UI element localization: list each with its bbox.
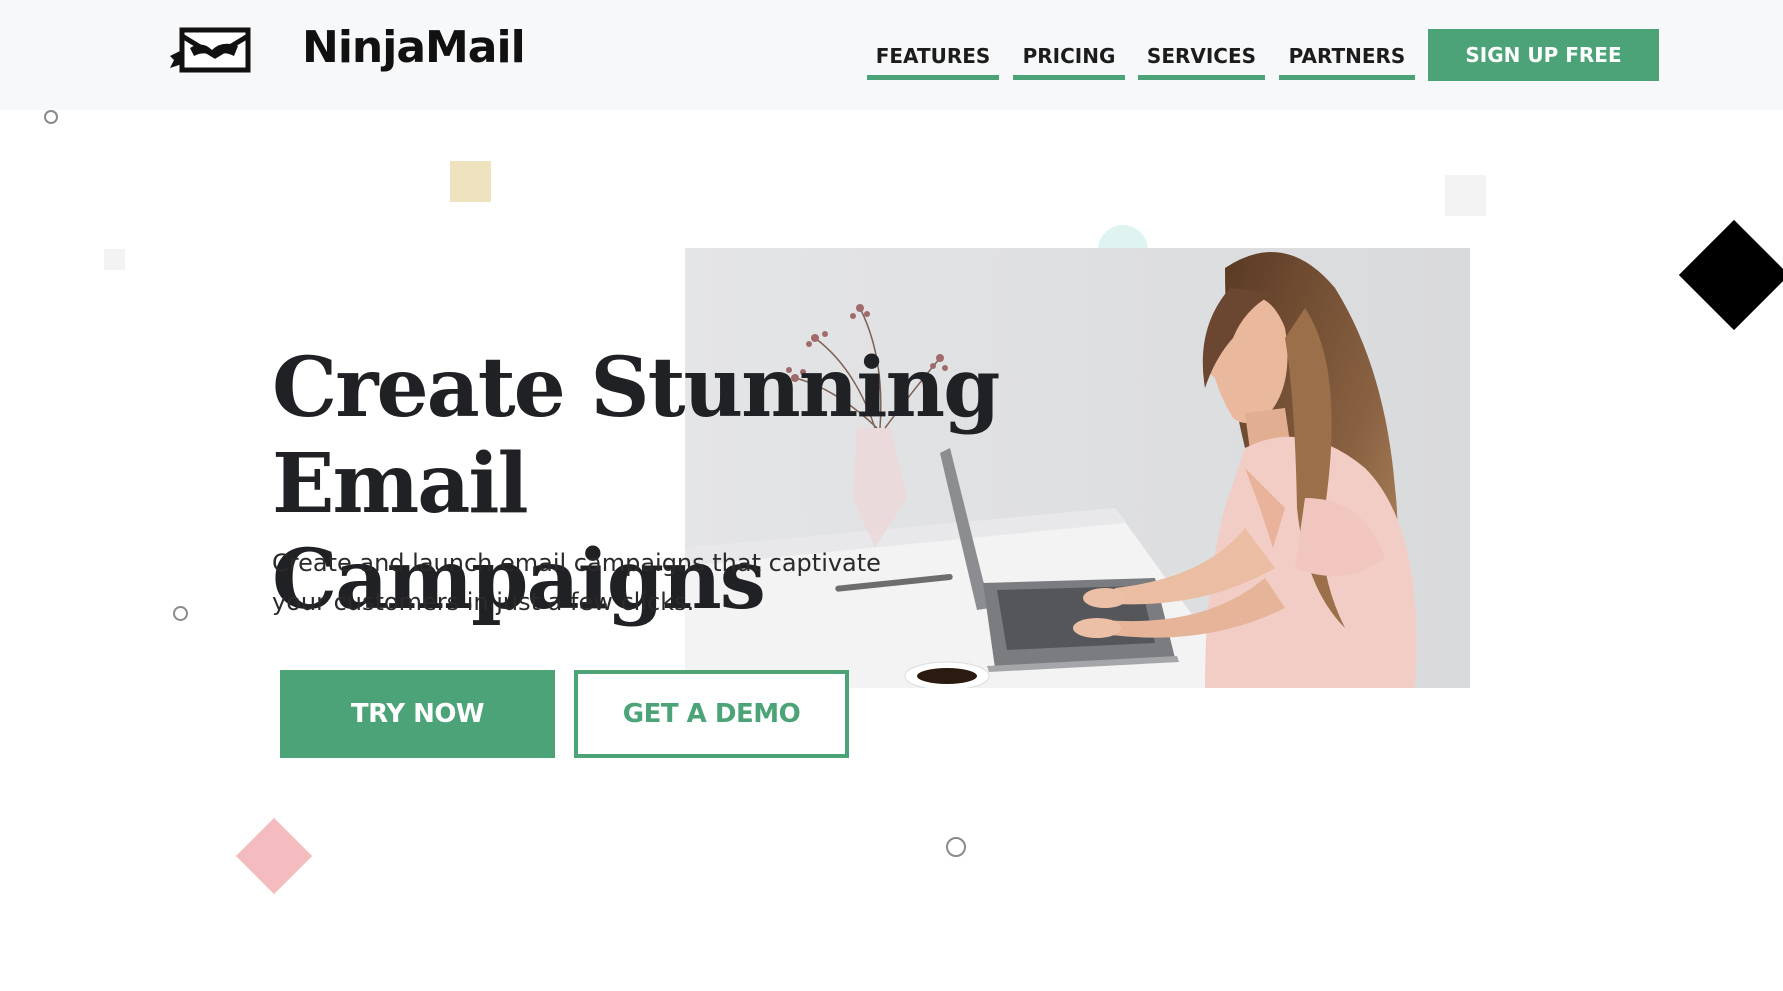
decorative-square-tan xyxy=(450,161,491,202)
hero-subtitle: Create and launch email campaigns that c… xyxy=(272,544,912,622)
hero-title-line-1: Create Stunning xyxy=(272,340,1000,436)
decorative-diamond-black xyxy=(1678,219,1783,331)
brand-name[interactable]: NinjaMail xyxy=(302,22,526,73)
hero-subtitle-line-1: Create and launch email campaigns that c… xyxy=(272,549,881,577)
sign-up-free-button[interactable]: SIGN UP FREE xyxy=(1428,29,1659,81)
nav-services[interactable]: SERVICES xyxy=(1138,42,1265,80)
decorative-square-grey xyxy=(104,249,125,270)
hero-subtitle-line-2: your customers in just a few clicks. xyxy=(272,588,695,616)
decorative-ring xyxy=(173,606,188,621)
nav-partners[interactable]: PARTNERS xyxy=(1279,42,1415,80)
site-header: NinjaMail FEATURES PRICING SERVICES PART… xyxy=(0,0,1783,110)
try-now-button[interactable]: TRY NOW xyxy=(280,670,555,758)
decorative-ring xyxy=(44,110,58,124)
decorative-square-grey xyxy=(1445,175,1486,216)
decorative-diamond-pink xyxy=(235,817,313,895)
ninja-envelope-icon[interactable] xyxy=(168,26,254,74)
landing-page: NinjaMail FEATURES PRICING SERVICES PART… xyxy=(0,0,1783,991)
nav-pricing[interactable]: PRICING xyxy=(1013,42,1125,80)
decorative-ring xyxy=(946,837,966,857)
get-a-demo-button[interactable]: GET A DEMO xyxy=(574,670,849,758)
nav-features[interactable]: FEATURES xyxy=(867,42,999,80)
